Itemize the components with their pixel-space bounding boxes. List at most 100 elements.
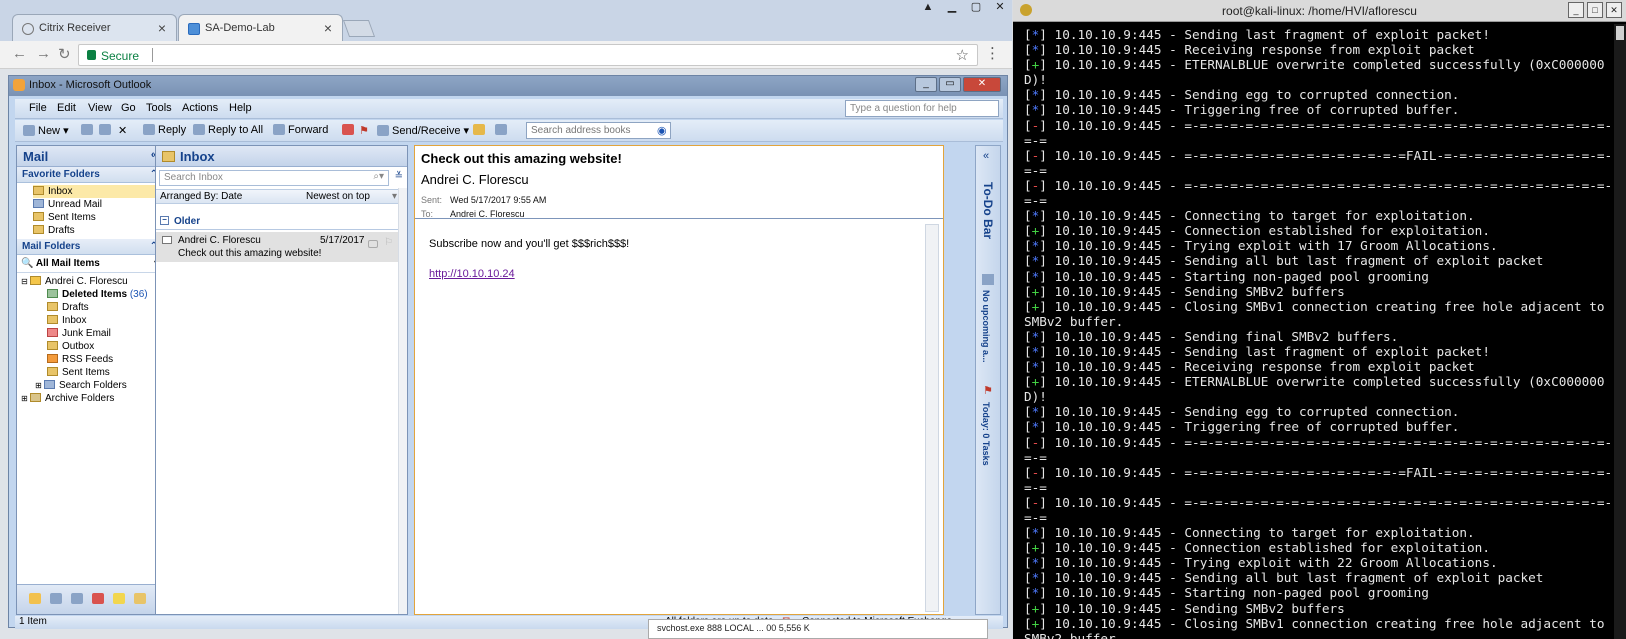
- favorite-inbox[interactable]: Inbox: [33, 185, 163, 198]
- flag-icon[interactable]: ⚑: [359, 124, 369, 137]
- arrange-by-bar[interactable]: Arranged By: Date Newest on top ▾: [156, 189, 401, 204]
- user-icon[interactable]: ▲: [916, 0, 940, 17]
- mail-icon[interactable]: [29, 593, 41, 604]
- address-book-button[interactable]: [495, 124, 510, 136]
- move-button[interactable]: [99, 124, 114, 136]
- help-icon[interactable]: ◉: [657, 124, 667, 137]
- folder-search-folders[interactable]: ⊞ Search Folders: [35, 379, 163, 392]
- maximize-icon[interactable]: □: [1587, 2, 1603, 18]
- tab-sa-demo-lab[interactable]: SA-Demo-Lab ×: [178, 14, 343, 41]
- archive-folders-node[interactable]: ⊞ Archive Folders: [21, 392, 163, 405]
- forward-icon[interactable]: →: [36, 45, 51, 62]
- favorite-unread-mail[interactable]: Unread Mail: [33, 198, 163, 211]
- all-mail-items-dropdown[interactable]: 🔍 All Mail Items▾: [17, 255, 163, 273]
- favorites-header[interactable]: Favorite Folders ⌃: [17, 167, 163, 183]
- menu-file[interactable]: File: [29, 102, 47, 114]
- expand-search-icon[interactable]: ≚: [395, 171, 403, 182]
- restore-icon[interactable]: ▭: [939, 77, 961, 92]
- flag-icon[interactable]: ⚐: [384, 237, 393, 248]
- minimize-icon[interactable]: _: [915, 77, 937, 92]
- menu-icon[interactable]: ⋮: [985, 44, 1000, 62]
- mail-folders-title: Mail Folders: [22, 241, 81, 252]
- terminal-output[interactable]: [*] 10.10.10.9:445 - Sending last fragme…: [1024, 27, 1619, 639]
- close-icon[interactable]: ×: [158, 20, 166, 36]
- tasks-label: Today: 0 Tasks: [981, 402, 991, 466]
- back-icon[interactable]: ←: [12, 45, 27, 62]
- expand-icon[interactable]: «: [983, 150, 989, 162]
- sort-order-label[interactable]: Newest on top: [306, 191, 370, 202]
- scroll-thumb[interactable]: [1616, 26, 1624, 40]
- tab-citrix-receiver[interactable]: Citrix Receiver ×: [12, 14, 177, 41]
- delete-icon[interactable]: ✕: [118, 124, 127, 137]
- reading-scrollbar[interactable]: [925, 224, 939, 612]
- item-count: 1 Item: [19, 616, 47, 627]
- close-icon[interactable]: ✕: [988, 0, 1012, 17]
- menu-help[interactable]: Help: [229, 102, 252, 114]
- search-inbox-input[interactable]: Search Inbox ⌕▾: [159, 170, 389, 186]
- folder-junk-email[interactable]: Junk Email: [47, 327, 163, 340]
- minimize-icon[interactable]: _: [1568, 2, 1584, 18]
- close-icon[interactable]: ✕: [963, 77, 1001, 92]
- notes-icon[interactable]: [113, 593, 125, 604]
- line-text: 10.10.10.9:445 - Triggering free of corr…: [1046, 102, 1460, 118]
- reply-all-button[interactable]: Reply to All: [193, 124, 263, 136]
- search-icon[interactable]: ⌕▾: [373, 171, 384, 182]
- folder-outbox[interactable]: Outbox: [47, 340, 163, 353]
- line-text: 10.10.10.9:445 - Sending SMBv2 buffers: [1046, 600, 1345, 616]
- category-icon[interactable]: [368, 240, 378, 248]
- tasks-icon[interactable]: [92, 593, 104, 604]
- folder-sent-items[interactable]: Sent Items: [47, 366, 163, 379]
- terminal-scrollbar[interactable]: [1614, 24, 1626, 639]
- minimize-icon[interactable]: ▁: [940, 0, 964, 17]
- folder-list-icon[interactable]: [134, 593, 146, 604]
- folder-inbox[interactable]: Inbox: [47, 314, 163, 327]
- mail-folders-header[interactable]: Mail Folders ⌃: [17, 239, 163, 255]
- message-link[interactable]: http://10.10.10.24: [429, 268, 515, 280]
- list-scrollbar[interactable]: [398, 188, 407, 614]
- collapse-icon[interactable]: −: [160, 216, 169, 225]
- terminal-line: [*] 10.10.10.9:445 - Sending last fragme…: [1024, 343, 1490, 359]
- new-tab-button[interactable]: [342, 20, 376, 37]
- line-text: 10.10.10.9:445 - Sending SMBv2 buffers: [1046, 283, 1345, 299]
- forward-button[interactable]: Forward: [273, 124, 328, 136]
- group-header-older[interactable]: − Older: [156, 214, 401, 230]
- print-button[interactable]: [81, 124, 96, 136]
- terminal-line: [*] 10.10.10.9:445 - Starting non-paged …: [1024, 585, 1429, 601]
- print-icon: [81, 124, 93, 135]
- expand-icon[interactable]: ⊞: [35, 381, 44, 390]
- calendar-icon[interactable]: [50, 593, 62, 604]
- new-button[interactable]: New ▾: [23, 124, 69, 137]
- find-button[interactable]: [473, 124, 488, 136]
- tab-label: Citrix Receiver: [39, 22, 111, 34]
- url-input[interactable]: Secure ☆: [78, 44, 978, 66]
- desktop-icon: [188, 23, 200, 35]
- account-node[interactable]: ⊟ Andrei C. Florescu: [21, 275, 163, 288]
- send-receive-button[interactable]: Send/Receive ▾: [377, 124, 469, 137]
- folder-deleted-items[interactable]: Deleted Items (36): [47, 288, 163, 301]
- terminal-line: [-] 10.10.10.9:445 - =-=-=-=-=-=-=-=-=-=…: [1024, 117, 1613, 148]
- collapse-icon[interactable]: ⊟: [21, 277, 30, 286]
- menu-tools[interactable]: Tools: [146, 102, 172, 114]
- categorize-button[interactable]: [342, 124, 357, 136]
- close-icon[interactable]: ✕: [1606, 2, 1622, 18]
- reload-icon[interactable]: ↻: [58, 45, 71, 63]
- favorite-sent-items[interactable]: Sent Items: [33, 211, 163, 224]
- message-row[interactable]: Andrei C. Florescu 5/17/2017 Check out t…: [156, 232, 401, 262]
- favorite-drafts[interactable]: Drafts: [33, 224, 163, 237]
- line-text: 10.10.10.9:445 - Trying exploit with 22 …: [1046, 555, 1498, 571]
- folder-rss-feeds[interactable]: RSS Feeds: [47, 353, 163, 366]
- close-icon[interactable]: ×: [324, 20, 332, 36]
- menu-actions[interactable]: Actions: [182, 102, 218, 114]
- maximize-icon[interactable]: ▢: [964, 0, 988, 17]
- menu-go[interactable]: Go: [121, 102, 136, 114]
- folder-label: Drafts: [48, 225, 75, 236]
- expand-icon[interactable]: ⊞: [21, 394, 30, 403]
- menu-edit[interactable]: Edit: [57, 102, 76, 114]
- star-icon[interactable]: ☆: [956, 46, 969, 64]
- contacts-icon[interactable]: [71, 593, 83, 604]
- folder-drafts[interactable]: Drafts: [47, 301, 163, 314]
- address-book-search-input[interactable]: Search address books: [526, 122, 671, 139]
- menu-view[interactable]: View: [88, 102, 112, 114]
- reply-button[interactable]: Reply: [143, 124, 186, 136]
- help-question-input[interactable]: Type a question for help: [845, 100, 999, 117]
